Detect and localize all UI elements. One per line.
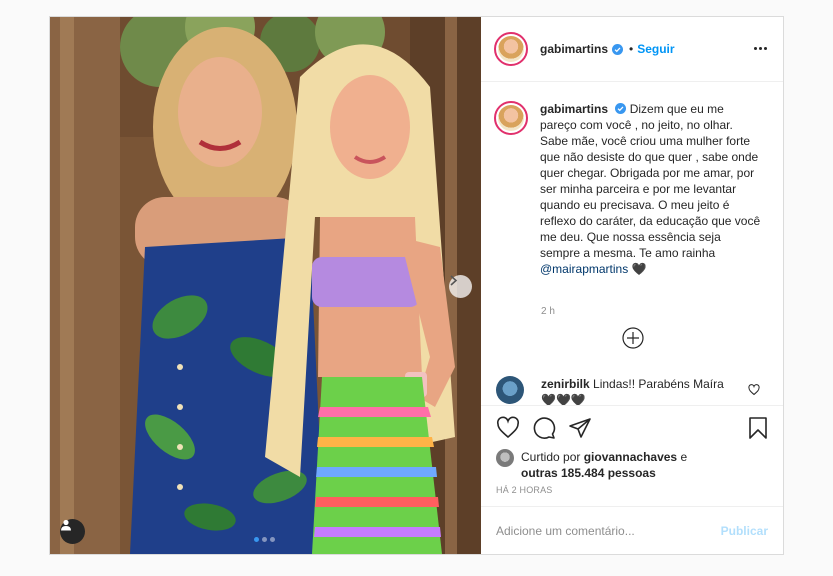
post-caption: gabimartins Dizem que eu me pareço com v… <box>494 101 762 277</box>
header-separator: • <box>629 42 634 56</box>
comment-like-icon[interactable] <box>748 384 760 396</box>
carousel-dot <box>254 537 259 542</box>
plus-circle-icon[interactable] <box>622 327 644 349</box>
author-avatar[interactable] <box>494 32 528 66</box>
caption-mention-link[interactable]: @mairapmartins <box>540 262 628 276</box>
post-card: gabimartins • Seguir gabimartins Dizem q… <box>49 16 784 555</box>
author-username[interactable]: gabimartins <box>540 42 608 56</box>
likes-others-link[interactable]: outras 185.484 pessoas <box>521 466 656 480</box>
heart-icon[interactable] <box>496 416 520 440</box>
caption-time-ago[interactable]: 2 h <box>541 306 555 317</box>
likes-summary: Curtido por giovannachaves e outras 185.… <box>496 449 711 481</box>
photo-illustration <box>50 17 481 554</box>
likes-text: Curtido por giovannachaves e outras 185.… <box>521 449 711 481</box>
comment-text-block: zenirbilk Lindas!! Parabéns Maíra 🖤🖤🖤 <box>541 376 741 405</box>
carousel-indicator <box>254 537 275 542</box>
carousel-dot <box>262 537 267 542</box>
post-photo[interactable] <box>50 17 481 554</box>
verified-badge-icon <box>612 43 624 55</box>
comment-item: zenirbilk Lindas!! Parabéns Maíra 🖤🖤🖤 <box>496 376 771 405</box>
caption-text-block: gabimartins Dizem que eu me pareço com v… <box>540 101 762 277</box>
more-options-icon <box>754 46 757 50</box>
caption-text: Dizem que eu me pareço com você , no jei… <box>540 102 761 260</box>
commenter-username[interactable]: zenirbilk <box>541 377 590 391</box>
post-details-pane: gabimartins • Seguir gabimartins Dizem q… <box>481 17 783 554</box>
post-timestamp[interactable]: HÁ 2 HORAS <box>496 485 553 495</box>
user-tag-icon <box>61 519 71 531</box>
add-comment-bar: Publicar <box>481 506 783 555</box>
comment-input[interactable] <box>496 524 721 538</box>
verified-badge-icon <box>615 103 627 114</box>
likes-prefix: Curtido por <box>521 450 581 464</box>
paper-plane-icon[interactable] <box>568 416 592 440</box>
comments-area[interactable]: gabimartins Dizem que eu me pareço com v… <box>481 82 783 405</box>
caption-author-username[interactable]: gabimartins <box>540 102 608 116</box>
more-options-button[interactable] <box>754 43 768 53</box>
liker-username[interactable]: giovannachaves <box>584 450 677 464</box>
post-header: gabimartins • Seguir <box>481 17 783 82</box>
carousel-dot <box>270 537 275 542</box>
post-actions: Curtido por giovannachaves e outras 185.… <box>481 405 783 554</box>
chevron-right-icon <box>450 275 458 286</box>
bookmark-icon[interactable] <box>746 416 770 440</box>
action-icons-row <box>496 416 592 440</box>
next-photo-button[interactable] <box>449 275 472 298</box>
commenter-avatar[interactable] <box>496 376 524 404</box>
comment-bubble-icon[interactable] <box>532 416 556 440</box>
liker-avatar[interactable] <box>496 449 514 467</box>
user-tag-button[interactable] <box>60 519 85 544</box>
follow-button[interactable]: Seguir <box>637 42 674 56</box>
caption-author-avatar[interactable] <box>494 101 528 135</box>
caption-emoji: 🖤 <box>631 262 647 276</box>
likes-conjunction: e <box>680 450 688 464</box>
publish-button[interactable]: Publicar <box>721 524 768 538</box>
